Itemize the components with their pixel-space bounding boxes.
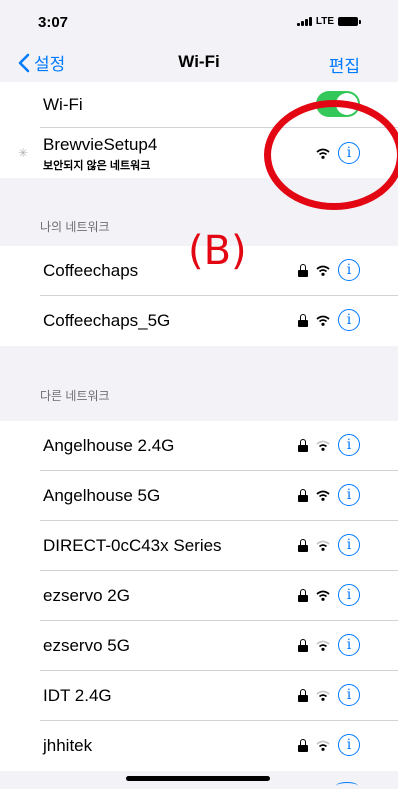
lock-icon <box>298 738 308 752</box>
network-name: Angelhouse 5G <box>43 486 161 505</box>
network-icons: i <box>298 434 360 456</box>
network-row[interactable]: ezservo 2G i <box>40 571 398 621</box>
network-name: Coffeechaps <box>43 261 139 280</box>
lock-icon <box>298 263 308 277</box>
network-icons: i <box>298 534 360 556</box>
network-icons: i <box>298 584 360 606</box>
network-row[interactable]: Coffeechaps_5G i <box>40 296 398 346</box>
status-time: 3:07 <box>38 14 69 31</box>
network-icons: i <box>298 684 360 706</box>
partial-info-icon <box>336 782 358 789</box>
wifi-signal-icon <box>316 640 330 651</box>
annotation-circle <box>264 100 398 210</box>
info-icon[interactable]: i <box>338 584 360 606</box>
info-icon[interactable]: i <box>338 684 360 706</box>
home-indicator[interactable] <box>126 776 270 781</box>
network-type: LTE <box>315 16 334 27</box>
network-name: BrewvieSetup4 <box>43 135 158 154</box>
cellular-signal-icon <box>296 17 312 26</box>
battery-icon <box>338 17 361 26</box>
lock-icon <box>298 438 308 452</box>
network-icons: i <box>298 259 360 281</box>
section-header-my-networks: 나의 네트워크 <box>40 220 110 234</box>
info-icon[interactable]: i <box>338 484 360 506</box>
status-bar: 3:07 LTE <box>0 0 398 44</box>
wifi-signal-icon <box>316 440 330 451</box>
network-name: DIRECT-0cC43x Series <box>43 536 222 555</box>
network-row[interactable]: jhhitek i <box>40 721 398 771</box>
lock-icon <box>298 538 308 552</box>
wifi-signal-icon <box>316 590 330 601</box>
section-header-other-networks: 다른 네트워크 <box>40 389 110 403</box>
navigation-bar: 설정 Wi-Fi 편집 <box>0 44 398 82</box>
info-icon[interactable]: i <box>338 434 360 456</box>
info-icon[interactable]: i <box>338 309 360 331</box>
network-row[interactable]: DIRECT-0cC43x Series i <box>40 521 398 571</box>
status-indicators: LTE <box>296 16 361 27</box>
network-name: IDT 2.4G <box>43 686 112 705</box>
wifi-signal-icon <box>316 490 330 501</box>
lock-icon <box>298 488 308 502</box>
network-row[interactable]: Angelhouse 2.4G i <box>40 421 398 471</box>
wifi-signal-icon <box>316 740 330 751</box>
network-icons: i <box>298 634 360 656</box>
info-icon[interactable]: i <box>338 634 360 656</box>
wifi-signal-icon <box>316 690 330 701</box>
network-row[interactable]: ezservo 5G i <box>40 621 398 671</box>
network-row[interactable]: Angelhouse 5G i <box>40 471 398 521</box>
edit-button[interactable]: 편집 <box>329 52 360 77</box>
network-name: Angelhouse 2.4G <box>43 436 175 455</box>
network-name: jhhitek <box>43 736 93 755</box>
wifi-signal-icon <box>316 540 330 551</box>
lock-icon <box>298 638 308 652</box>
info-icon[interactable]: i <box>338 259 360 281</box>
info-icon[interactable]: i <box>338 534 360 556</box>
wifi-signal-icon <box>316 315 330 326</box>
lock-icon <box>298 688 308 702</box>
annotation-label: (B) <box>188 228 247 274</box>
network-icons: i <box>298 484 360 506</box>
wifi-signal-icon <box>316 265 330 276</box>
network-name: ezservo 5G <box>43 636 130 655</box>
network-icons: i <box>298 309 360 331</box>
other-networks-group: Angelhouse 2.4G i Angelhouse 5G i DIRECT… <box>0 421 398 771</box>
network-icons: i <box>298 734 360 756</box>
network-name: ezservo 2G <box>43 586 130 605</box>
network-name: Coffeechaps_5G <box>43 311 171 330</box>
wifi-toggle-label: Wi-Fi <box>43 95 83 114</box>
info-icon[interactable]: i <box>338 734 360 756</box>
network-row[interactable]: IDT 2.4G i <box>40 671 398 721</box>
lock-icon <box>298 313 308 327</box>
loading-spinner-icon: ✳ <box>18 146 29 160</box>
lock-icon <box>298 588 308 602</box>
network-security-subtitle: 보안되지 않은 네트워크 <box>43 160 151 172</box>
